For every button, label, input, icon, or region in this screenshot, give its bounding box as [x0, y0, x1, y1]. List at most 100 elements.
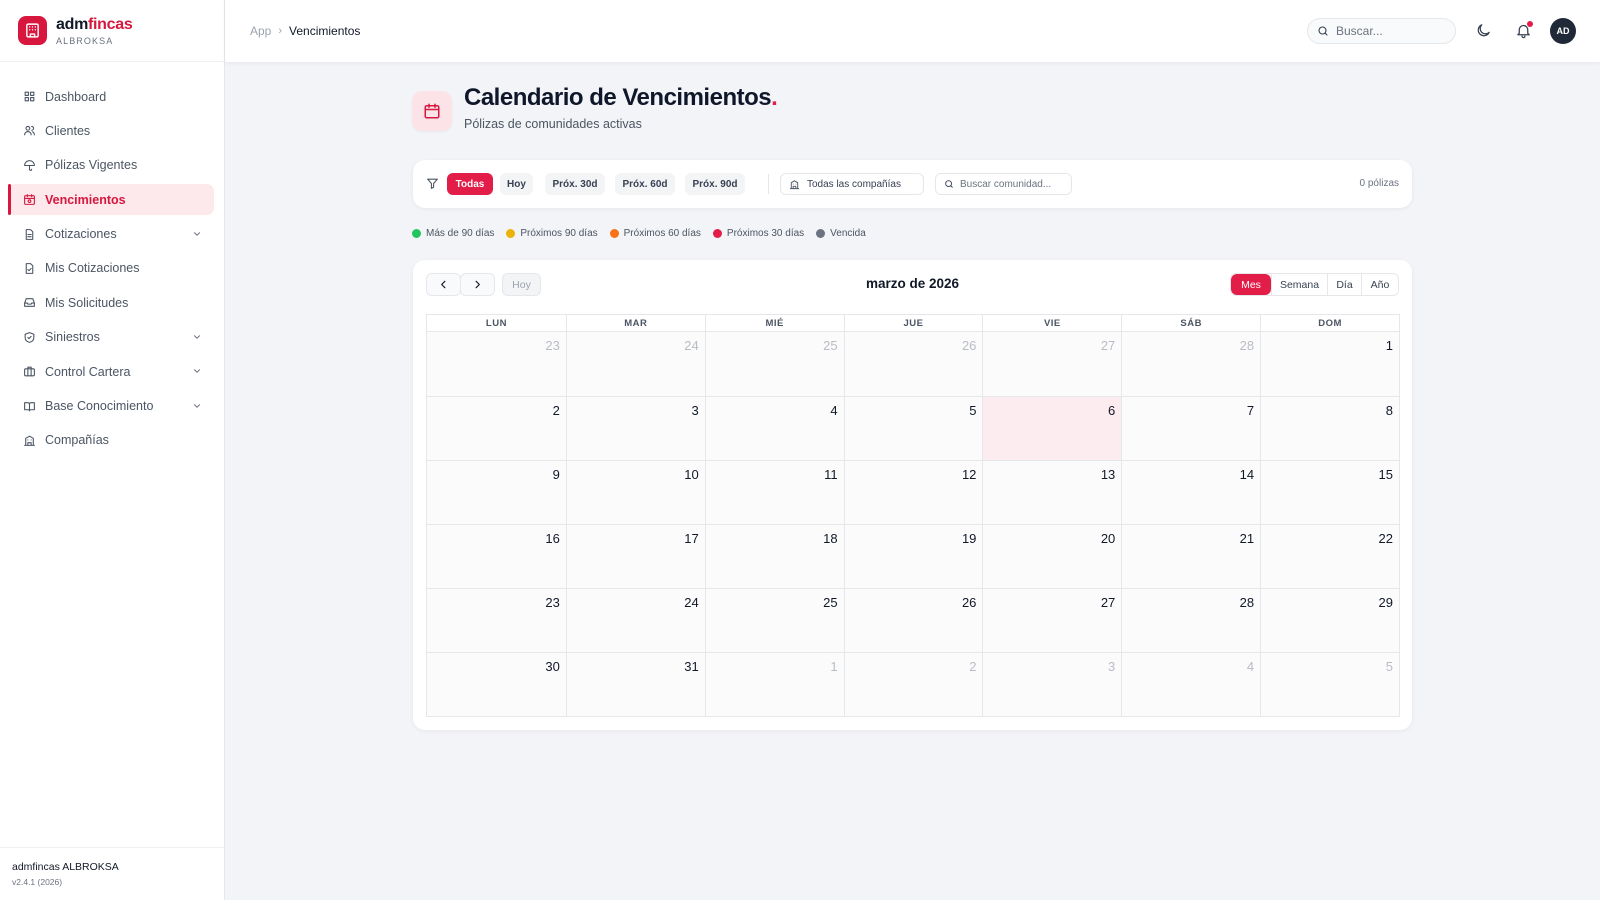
legend-item: Vencida [816, 228, 866, 239]
view-button-3[interactable]: Año [1361, 274, 1398, 295]
day-cell[interactable]: 5 [1260, 652, 1399, 716]
filter-divider [768, 174, 769, 194]
view-switcher: Mes Semana Día Año [1230, 273, 1399, 296]
day-cell[interactable]: 24 [565, 332, 705, 396]
view-button-2[interactable]: Día [1327, 274, 1361, 295]
filter-button-0[interactable]: Todas [447, 173, 493, 195]
filter-button-1[interactable]: Hoy [500, 173, 533, 195]
sidebar-item-label: Base Conocimiento [45, 399, 154, 414]
company-select[interactable]: Todas las compañías [780, 173, 924, 195]
day-cell[interactable]: 18 [704, 524, 844, 588]
filter-button-4[interactable]: Próx. 90d [685, 173, 745, 195]
day-cell[interactable]: 5 [843, 396, 983, 460]
sidebar-item-clientes[interactable]: Clientes [8, 115, 214, 146]
day-cell[interactable]: 31 [565, 652, 705, 716]
sidebar-item-mis-cotizaciones[interactable]: Mis Cotizaciones [8, 253, 214, 284]
sidebar-item-mis-solicitudes[interactable]: Mis Solicitudes [8, 287, 214, 318]
day-cell[interactable]: 26 [843, 588, 983, 652]
day-cell[interactable]: 11 [704, 460, 844, 524]
legend: Más de 90 días Próximos 90 días Próximos 6… [412, 228, 878, 239]
day-cell[interactable]: 4 [704, 396, 844, 460]
day-cell[interactable]: 19 [843, 524, 983, 588]
sidebar-item-label: Mis Solicitudes [45, 295, 129, 310]
chevron-down-icon[interactable] [192, 401, 202, 411]
filter-button-2[interactable]: Próx. 30d [545, 173, 605, 195]
search-input[interactable] [1336, 24, 1446, 38]
day-cell[interactable]: 3 [982, 652, 1122, 716]
day-cell[interactable]: 28 [1121, 332, 1261, 396]
brand[interactable]: admfincas ALBROKSA [0, 0, 224, 62]
day-cell[interactable]: 8 [1260, 396, 1399, 460]
chevron-down-icon[interactable] [192, 332, 202, 342]
community-search[interactable] [935, 173, 1072, 195]
day-cell[interactable]: 26 [843, 332, 983, 396]
day-cell[interactable]: 27 [982, 332, 1122, 396]
day-cell[interactable]: 25 [704, 588, 844, 652]
view-button-0[interactable]: Mes [1231, 274, 1271, 295]
breadcrumb-root[interactable]: App [250, 24, 271, 38]
avatar[interactable]: AD [1550, 18, 1576, 44]
day-cell[interactable]: 23 [427, 332, 566, 396]
brand-subtitle: ALBROKSA [56, 35, 114, 46]
day-cell[interactable]: 2 [843, 652, 983, 716]
day-cell[interactable]: 10 [565, 460, 705, 524]
day-cell[interactable]: 1 [1260, 332, 1399, 396]
day-cell[interactable]: 15 [1260, 460, 1399, 524]
sidebar-item-dashboard[interactable]: Dashboard [8, 81, 214, 112]
day-cell[interactable]: 13 [982, 460, 1122, 524]
day-cell[interactable]: 29 [1260, 588, 1399, 652]
day-cell[interactable]: 28 [1121, 588, 1261, 652]
shield-icon [23, 331, 36, 344]
day-cell[interactable]: 17 [565, 524, 705, 588]
view-button-1[interactable]: Semana [1271, 274, 1327, 295]
notification-dot [1527, 21, 1533, 27]
umbrella-icon [23, 159, 36, 172]
global-search[interactable] [1307, 18, 1456, 44]
day-cell-today[interactable]: 6 [982, 396, 1122, 460]
day-cell[interactable]: 14 [1121, 460, 1261, 524]
day-cell[interactable]: 23 [427, 588, 566, 652]
legend-item: Próximos 30 días [712, 228, 805, 239]
day-cell[interactable]: 3 [565, 396, 705, 460]
topbar: App › Vencimientos AD [225, 0, 1600, 62]
weekday-label: MAR [565, 315, 705, 332]
day-cell[interactable]: 30 [427, 652, 566, 716]
footer-version: v2.4.1 (2026) [12, 877, 63, 887]
filter-button-3[interactable]: Próx. 60d [615, 173, 675, 195]
legend-item: Próximos 60 días [609, 228, 701, 239]
sidebar-item-cotizaciones[interactable]: Cotizaciones [8, 219, 214, 250]
sidebar-item-companias[interactable]: Compañías [8, 425, 214, 456]
day-cell[interactable]: 1 [704, 652, 844, 716]
legend-item: Próximos 90 días [506, 228, 598, 239]
day-cell[interactable]: 24 [565, 588, 705, 652]
sidebar-item-base-conocimiento[interactable]: Base Conocimiento [8, 391, 214, 422]
sidebar-footer: admfincas ALBROKSA v2.4.1 (2026) [0, 847, 224, 900]
legend-swatch [506, 229, 516, 238]
sidebar-item-siniestros[interactable]: Siniestros [8, 322, 214, 353]
day-cell[interactable]: 27 [982, 588, 1122, 652]
legend-swatch [816, 229, 826, 238]
day-cell[interactable]: 20 [982, 524, 1122, 588]
sidebar-item-label: Compañías [45, 433, 109, 448]
day-cell[interactable]: 25 [704, 332, 844, 396]
day-cell[interactable]: 16 [427, 524, 566, 588]
legend-item: Más de 90 días [412, 228, 494, 239]
legend-label: Próximos 30 días [726, 228, 805, 239]
day-cell[interactable]: 12 [843, 460, 983, 524]
day-cell[interactable]: 22 [1260, 524, 1399, 588]
community-search-input[interactable] [960, 178, 1070, 190]
sidebar-item-polizas-vigentes[interactable]: Pólizas Vigentes [8, 150, 214, 181]
moon-icon[interactable] [1475, 22, 1492, 39]
sidebar-item-control-cartera[interactable]: Control Cartera [8, 356, 214, 387]
day-cell[interactable]: 4 [1121, 652, 1261, 716]
day-cell[interactable]: 2 [427, 396, 566, 460]
day-cell[interactable]: 7 [1121, 396, 1261, 460]
legend-swatch [412, 229, 421, 238]
calendar-card: Hoy marzo de 2026 Mes Semana Día Año LUN MAR… [413, 260, 1412, 730]
chevron-down-icon[interactable] [192, 366, 202, 376]
legend-swatch [609, 229, 619, 238]
day-cell[interactable]: 9 [427, 460, 566, 524]
sidebar-item-vencimientos[interactable]: Vencimientos [8, 184, 214, 216]
day-cell[interactable]: 21 [1121, 524, 1261, 588]
chevron-down-icon[interactable] [192, 229, 202, 239]
